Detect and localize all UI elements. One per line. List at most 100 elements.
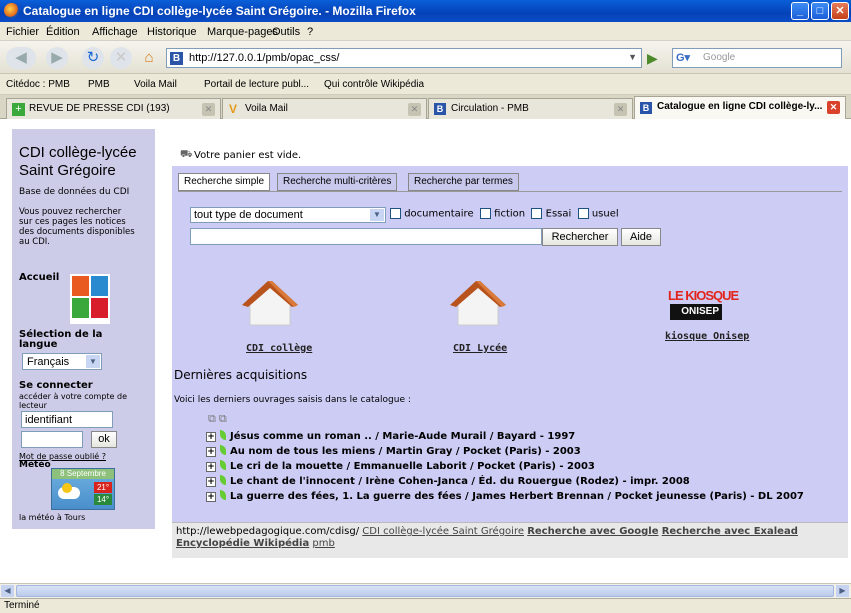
tab-close-icon[interactable]: ✕ [614, 103, 627, 116]
expand-icon: + [206, 432, 216, 442]
login-ok-button[interactable]: ok [91, 431, 117, 448]
tab-by-terms[interactable]: Recherche par termes [408, 173, 519, 191]
acquisition-item[interactable]: + Au nom de tous les miens / Martin Gray … [206, 445, 581, 457]
back-icon[interactable]: ◀ [6, 47, 36, 69]
expand-icon: + [206, 477, 216, 487]
page-content: CDI collège-lycée Saint Grégoire Base de… [0, 119, 851, 583]
search-placeholder: Google [703, 52, 736, 63]
footer-link-exalead[interactable]: Recherche avec Exalead [662, 526, 798, 537]
temp-min: 14° [94, 494, 112, 505]
bookmark-voila-mail[interactable]: Voila Mail [134, 79, 177, 90]
language-select[interactable]: Français ▼ [22, 353, 102, 370]
menu-fichier[interactable]: Fichier [6, 26, 39, 38]
sidebar: CDI collège-lycée Saint Grégoire Base de… [12, 129, 155, 529]
checkbox-documentaire[interactable] [390, 208, 401, 219]
link-cdi-lycee[interactable]: CDI Lycée [453, 343, 507, 354]
house-icon[interactable] [448, 279, 508, 329]
search-engine-box[interactable]: G▾ Google [672, 48, 842, 68]
tab-close-icon[interactable]: ✕ [408, 103, 421, 116]
password-input[interactable] [21, 431, 83, 448]
acquisition-item[interactable]: + Le cri de la mouette / Emmanuelle Labor… [206, 460, 595, 472]
connect-sub: accéder à votre compte de lecteur [19, 392, 128, 410]
forward-icon[interactable]: ▶ [46, 47, 68, 69]
help-button[interactable]: Aide [621, 228, 661, 246]
bookmark-portail[interactable]: Portail de lecture publ... [204, 79, 309, 90]
url-dropdown-icon[interactable]: ▼ [628, 52, 637, 62]
menu-outils[interactable]: Outils [272, 26, 300, 38]
link-cdi-college[interactable]: CDI collège [246, 343, 312, 354]
reload-icon[interactable]: ↻ [82, 47, 104, 69]
pmb-icon: B [434, 103, 446, 115]
search-panel: tout type de document ▼ documentaire fic… [178, 191, 842, 265]
tab-catalogue[interactable]: B Catalogue en ligne CDI collège-ly... ✕ [634, 96, 846, 119]
go-icon[interactable]: ▶ [647, 50, 658, 67]
book-icon [220, 475, 226, 485]
doc-filters: documentaire fiction Essai usuel [390, 208, 619, 220]
book-icon [220, 430, 226, 440]
minimize-button[interactable]: _ [791, 2, 809, 20]
footer-link-cdi[interactable]: CDI collège-lycée Saint Grégoire [362, 526, 524, 537]
tab-multi-criteria[interactable]: Recherche multi-critères [277, 173, 398, 191]
tab-revue[interactable]: + REVUE DE PRESSE CDI (193) ✕ [6, 98, 221, 119]
menu-edition[interactable]: Édition [46, 26, 80, 38]
bookmark-citedoc[interactable]: Citédoc : PMB [6, 79, 70, 90]
scroll-right-icon[interactable]: ▶ [836, 585, 849, 597]
pmb-icon: B [640, 102, 652, 114]
kiosque-logo[interactable]: LE KIOSQUE ONISEP [668, 289, 739, 325]
temp-max: 21° [94, 482, 112, 493]
bookmark-pmb[interactable]: PMB [88, 79, 110, 90]
menu-historique[interactable]: Historique [147, 26, 197, 38]
footer-link-google[interactable]: Recherche avec Google [527, 526, 658, 537]
tab-simple-search[interactable]: Recherche simple [178, 173, 271, 191]
checkbox-essai[interactable] [531, 208, 543, 219]
doc-type-select[interactable]: tout type de document ▼ [190, 207, 386, 223]
footer-url: http://lewebpedagogique.com/cdisg/ [176, 526, 360, 537]
checkbox-usuel[interactable] [577, 208, 589, 219]
acquisitions-intro: Voici les derniers ouvrages saisis dans … [174, 395, 411, 405]
accueil-label[interactable]: Accueil [19, 272, 59, 283]
footer-link-wikipedia[interactable]: Encyclopédie Wikipédia [176, 538, 309, 549]
checkbox-fiction[interactable] [479, 208, 491, 219]
expand-collapse-icons[interactable]: ⧉ ⧉ [208, 413, 227, 426]
tab-voila[interactable]: V Voila Mail ✕ [222, 98, 427, 119]
tab-close-icon[interactable]: ✕ [202, 103, 215, 116]
maximize-button[interactable]: □ [811, 2, 829, 20]
firefox-icon [4, 3, 19, 18]
house-icon[interactable] [240, 279, 300, 329]
tab-bar: + REVUE DE PRESSE CDI (193) ✕ V Voila Ma… [0, 95, 851, 119]
scroll-thumb[interactable] [16, 585, 834, 597]
sun-icon [62, 483, 72, 493]
menu-help[interactable]: ? [307, 26, 313, 38]
book-icon [220, 460, 226, 470]
stop-icon[interactable]: ✕ [110, 47, 132, 69]
chevron-down-icon: ▼ [370, 209, 384, 221]
menu-bar: Fichier Édition Affichage Historique Mar… [0, 22, 851, 41]
scroll-left-icon[interactable]: ◀ [1, 585, 14, 597]
acquisition-item[interactable]: + La guerre des fées, 1. La guerre des fé… [206, 490, 804, 502]
acquisition-item[interactable]: + Le chant de l'innocent / Irène Cohen-Ja… [206, 475, 690, 487]
url-bar[interactable]: B http://127.0.0.1/pmb/opac_css/ ▼ [166, 48, 642, 68]
menu-marque-pages[interactable]: Marque-pages [207, 26, 278, 38]
search-button[interactable]: Rechercher [542, 228, 618, 246]
menu-affichage[interactable]: Affichage [92, 26, 138, 38]
url-text: http://127.0.0.1/pmb/opac_css/ [189, 52, 340, 64]
connect-title: Se connecter [19, 380, 93, 391]
search-input[interactable] [190, 228, 542, 245]
basket-icon: ⛟ [180, 149, 193, 160]
google-icon[interactable]: G▾ [676, 51, 690, 64]
bookmark-wikipedia[interactable]: Qui contrôle Wikipédia [324, 79, 424, 90]
basket-status: Votre panier est vide. [194, 150, 302, 161]
tab-circulation[interactable]: B Circulation - PMB ✕ [428, 98, 633, 119]
close-button[interactable]: ✕ [831, 2, 849, 20]
tab-close-icon[interactable]: ✕ [827, 101, 840, 114]
horizontal-scrollbar[interactable]: ◀ ▶ [0, 583, 851, 598]
footer-link-pmb[interactable]: pmb [312, 538, 334, 549]
link-kiosque-onisep[interactable]: kiosque Onisep [665, 331, 749, 342]
meteo-link[interactable]: la météo à Tours [19, 513, 85, 522]
login-input[interactable]: identifiant [21, 411, 113, 428]
school-logo[interactable] [70, 274, 110, 324]
acquisition-item[interactable]: + Jésus comme un roman .. / Marie-Aude Mu… [206, 430, 575, 442]
language-title: Sélection de la langue [19, 329, 103, 350]
weather-widget[interactable]: 8 Septembre 21° 14° [51, 468, 115, 510]
home-icon[interactable]: ⌂ [138, 47, 160, 69]
